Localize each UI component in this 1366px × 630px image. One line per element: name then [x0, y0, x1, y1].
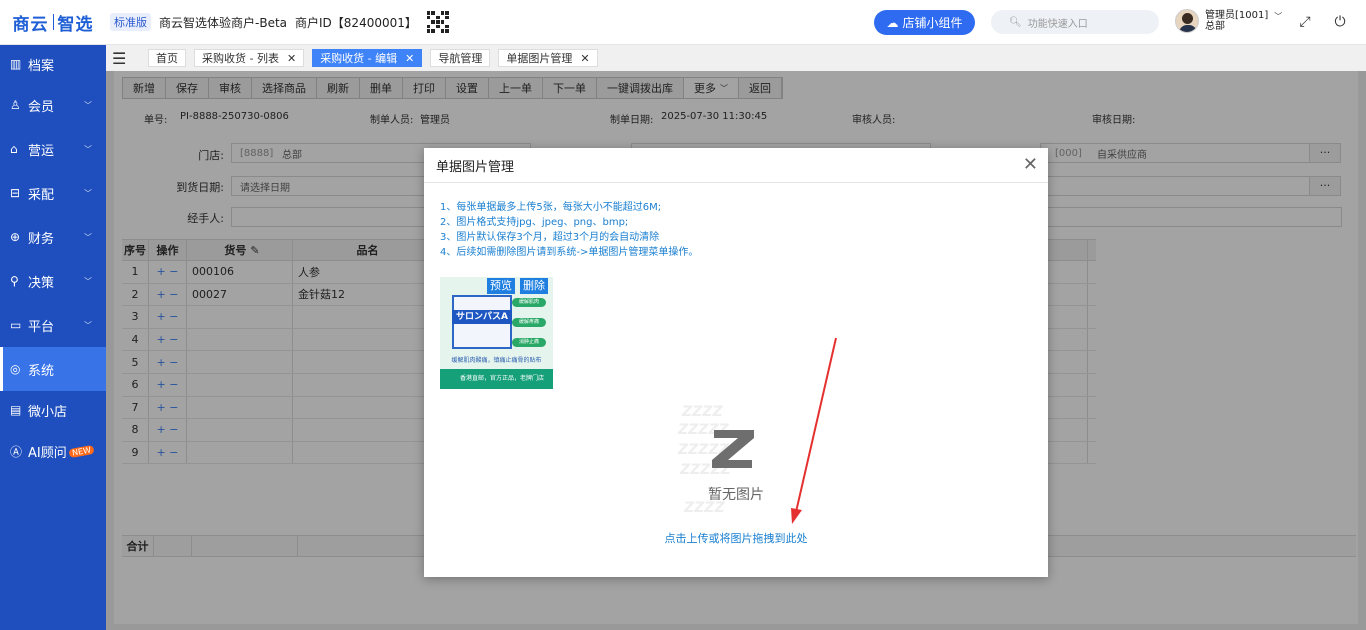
close-icon[interactable]: ✕ [405, 52, 414, 65]
chevron-down-icon: ﹀ [84, 276, 92, 286]
close-icon[interactable]: ✕ [580, 52, 589, 65]
top-bar: 商云 智选 标准版 商云智选体验商户-Beta 商户ID【82400001】 ☁ … [0, 0, 1366, 45]
search-input[interactable]: 🔍︎ 功能快速入口 [991, 10, 1159, 34]
tab-0[interactable]: 首页 [148, 49, 186, 67]
tab-label: 采购收货 - 列表 [202, 52, 279, 65]
tab-label: 单据图片管理 [506, 52, 573, 65]
annotation-arrow-icon [791, 337, 837, 524]
tab-label: 采购收货 - 编辑 [320, 52, 398, 65]
operation-icon: ⌂ [10, 142, 18, 156]
merchant-name: 商云智选体验商户-Beta [159, 15, 288, 30]
merchant-id: 商户ID【82400001】 [295, 15, 417, 30]
tab-3[interactable]: 导航管理 [430, 49, 491, 67]
sidebar-item-label: 财务 [28, 231, 55, 247]
chevron-down-icon: ﹀ [1274, 11, 1283, 21]
sidebar-item-label: AI顾问 [28, 445, 67, 461]
sidebar-item-8[interactable]: ▤ 微小店 [0, 391, 106, 429]
sidebar-item-2[interactable]: ⌂ 营运 ﹀ [0, 127, 106, 171]
tab-label: 导航管理 [438, 52, 483, 65]
fullscreen-icon[interactable]: ⤢ [1297, 14, 1313, 30]
sidebar-item-label: 采配 [28, 187, 55, 203]
tab-bar: ☰ 首页 采购收货 - 列表 ✕ 采购收货 - 编辑 ✕ 导航管理 单据图片管理 ✕ [106, 45, 1366, 71]
sidebar-item-6[interactable]: ▭ 平台 ﹀ [0, 303, 106, 347]
close-icon[interactable]: ✕ [287, 52, 296, 65]
cloud-icon: ☁ [886, 15, 899, 30]
edition-badge: 标准版 [110, 13, 151, 31]
sidebar-item-7[interactable]: ◎ 系统 [0, 347, 106, 391]
tab-label: 首页 [156, 52, 178, 65]
platform-icon: ▭ [10, 318, 22, 332]
sidebar-item-label: 平台 [28, 319, 55, 335]
decision-icon: ⚲ [10, 274, 19, 288]
new-badge: NEW [68, 444, 95, 458]
tab-4[interactable]: 单据图片管理 ✕ [498, 49, 598, 67]
sidebar-item-label: 营运 [28, 143, 55, 159]
sidebar: ▥ 档案 ♙ 会员 ﹀ ⌂ 营运 ﹀ ⊟ 采配 ﹀ ⊕ 财务 ﹀ ⚲ 决策 ﹀ ▭ 平台 ﹀ ◎ 系统 ▤ 微小店 Ⓐ AI顾问 N… [0, 45, 106, 630]
chevron-down-icon: ﹀ [84, 188, 92, 198]
chevron-down-icon: ﹀ [84, 100, 92, 110]
shop-widget-button[interactable]: ☁ 店铺小组件 [874, 10, 975, 35]
search-icon: 🔍︎ [1009, 16, 1022, 28]
user-name: 管理员[1001] [1205, 10, 1269, 21]
user-org: 总部 [1205, 21, 1225, 32]
member-icon: ♙ [10, 98, 21, 112]
ai-icon: Ⓐ [10, 444, 23, 459]
purchase-icon: ⊟ [10, 186, 21, 200]
archive-icon: ▥ [10, 57, 22, 71]
sidebar-item-label: 系统 [28, 363, 55, 379]
sidebar-item-label: 会员 [28, 99, 55, 115]
sidebar-item-label: 微小店 [28, 404, 68, 420]
sidebar-item-1[interactable]: ♙ 会员 ﹀ [0, 83, 106, 127]
user-menu[interactable]: 管理员[1001] 总部 ﹀ [1175, 9, 1282, 33]
tab-2[interactable]: 采购收货 - 编辑 ✕ [312, 49, 423, 67]
avatar [1175, 9, 1199, 33]
image-manager-dialog: 单据图片管理 ✕ 1、每张单据最多上传5张，每张大小不能超过6M; 2、图片格式支… [424, 148, 1048, 577]
chevron-down-icon: ﹀ [84, 144, 92, 154]
sidebar-item-4[interactable]: ⊕ 财务 ﹀ [0, 215, 106, 259]
shop-icon: ▤ [10, 403, 22, 417]
chevron-down-icon: ﹀ [84, 320, 92, 330]
sidebar-item-9[interactable]: Ⓐ AI顾问 NEW [0, 429, 106, 473]
menu-collapse-icon[interactable]: ☰ [112, 49, 132, 68]
chevron-down-icon: ﹀ [84, 232, 92, 242]
sidebar-item-5[interactable]: ⚲ 决策 ﹀ [0, 259, 106, 303]
sidebar-item-label: 档案 [28, 58, 55, 74]
tab-1[interactable]: 采购收货 - 列表 ✕ [194, 49, 305, 67]
sidebar-item-3[interactable]: ⊟ 采配 ﹀ [0, 171, 106, 215]
sidebar-item-label: 决策 [28, 275, 55, 291]
sidebar-item-0[interactable]: ▥ 档案 [0, 45, 106, 83]
system-icon: ◎ [10, 362, 21, 376]
power-icon[interactable]: ⏻ [1332, 14, 1348, 30]
qr-code-icon[interactable] [426, 11, 449, 33]
app-logo[interactable]: 商云 智选 [0, 0, 106, 45]
finance-icon: ⊕ [10, 230, 21, 244]
